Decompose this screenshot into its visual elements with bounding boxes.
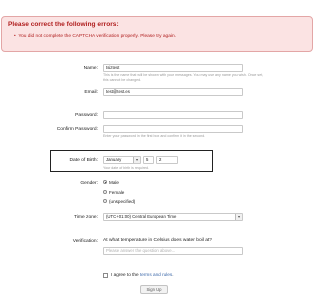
chevron-down-icon: ▼ bbox=[133, 157, 140, 163]
error-title: Please correct the following errors: bbox=[8, 21, 119, 28]
radio-checked-icon[interactable] bbox=[103, 180, 107, 185]
error-message: • You did not complete the CAPTCHA verif… bbox=[14, 34, 176, 39]
chevron-down-icon: ▼ bbox=[235, 214, 242, 220]
agree-prefix: I agree to the bbox=[111, 272, 139, 277]
terms-link[interactable]: terms and rules bbox=[140, 272, 172, 277]
gender-option-unspecified[interactable]: (unspecified) bbox=[103, 199, 135, 204]
error-message-text: You did not complete the CAPTCHA verific… bbox=[18, 34, 176, 39]
name-input[interactable]: tsiztest bbox=[103, 64, 243, 72]
email-label: Email: bbox=[84, 90, 98, 95]
gender-option-female-label: Female bbox=[109, 190, 125, 195]
error-box: Please correct the following errors: • Y… bbox=[1, 16, 313, 52]
radio-unchecked-icon[interactable] bbox=[103, 190, 107, 195]
dob-day-input[interactable]: 5 bbox=[143, 156, 154, 164]
radio-unchecked-icon[interactable] bbox=[103, 199, 107, 204]
dob-hint: Your date of birth is required. bbox=[103, 166, 150, 170]
timezone-value: (UTC+01:00) Central European Time bbox=[106, 214, 177, 219]
confirm-password-hint: Enter your password in the first box and… bbox=[103, 134, 206, 138]
dob-month-select[interactable]: January ▼ bbox=[103, 156, 141, 164]
timezone-label: Time zone: bbox=[73, 215, 98, 220]
password-input[interactable] bbox=[103, 111, 243, 119]
dob-month-value: January bbox=[106, 157, 122, 162]
agree-text: I agree to the terms and rules. bbox=[111, 272, 174, 277]
sign-up-button[interactable]: Sign Up bbox=[140, 285, 168, 294]
gender-option-female[interactable]: Female bbox=[103, 190, 124, 195]
gender-label: Gender: bbox=[80, 181, 98, 186]
verification-label: Verification: bbox=[72, 239, 98, 244]
agree-suffix: . bbox=[172, 272, 174, 277]
email-input[interactable]: test@test.es bbox=[103, 88, 243, 96]
gender-option-male[interactable]: Male bbox=[103, 180, 119, 185]
password-label: Password: bbox=[75, 113, 98, 118]
name-hint-line2: this cannot be changed. bbox=[103, 78, 142, 82]
agree-checkbox[interactable] bbox=[103, 273, 108, 278]
verification-question: At what temperature in Celsius does wate… bbox=[103, 238, 213, 243]
timezone-select[interactable]: (UTC+01:00) Central European Time ▼ bbox=[103, 213, 243, 221]
dob-year-input[interactable]: 2 bbox=[156, 156, 178, 164]
name-label: Name: bbox=[83, 66, 98, 71]
dob-label: Date of Birth: bbox=[69, 158, 98, 163]
confirm-password-label: Confirm Password: bbox=[56, 127, 98, 132]
gender-option-male-label: Male bbox=[109, 180, 119, 185]
confirm-password-input[interactable] bbox=[103, 125, 243, 133]
name-hint: This is the name that will be shown with… bbox=[103, 73, 263, 83]
verification-input[interactable]: Please answer the question above... bbox=[103, 247, 243, 255]
gender-option-unspecified-label: (unspecified) bbox=[109, 199, 136, 204]
